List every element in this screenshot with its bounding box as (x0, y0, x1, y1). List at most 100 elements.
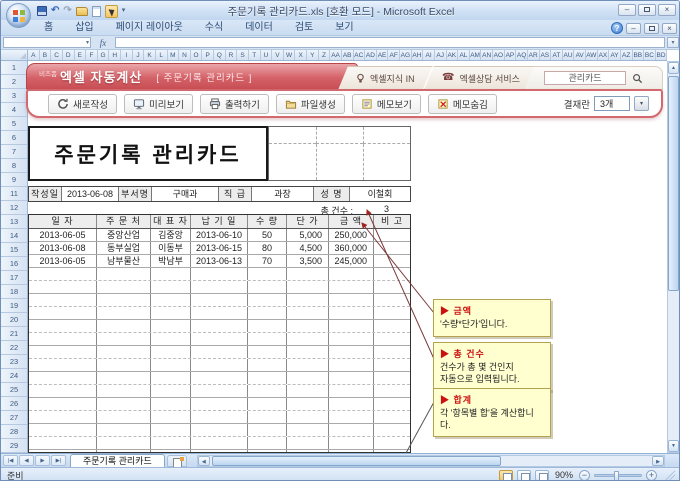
table-cell[interactable] (29, 294, 97, 306)
print-preview-icon[interactable] (91, 5, 101, 17)
table-cell[interactable] (329, 424, 374, 436)
expand-formula-bar-icon[interactable]: ▾ (667, 37, 679, 48)
help-icon[interactable]: ? (611, 22, 623, 34)
table-cell[interactable] (329, 268, 374, 280)
column-header-AV[interactable]: AV (574, 50, 586, 60)
info-value[interactable]: 이철회 (350, 187, 410, 201)
info-value[interactable]: 2013-06-08 (62, 187, 119, 201)
row-header-6[interactable]: 6 (1, 131, 27, 145)
table-cell[interactable] (191, 450, 248, 452)
row-header-20[interactable]: 20 (1, 313, 27, 327)
table-cell[interactable] (374, 320, 410, 332)
addin-button-file[interactable]: 파일생성 (275, 93, 345, 114)
column-header-P[interactable]: P (202, 50, 214, 60)
table-cell[interactable] (191, 333, 248, 345)
table-cell[interactable] (29, 333, 97, 345)
table-row-empty[interactable] (29, 333, 410, 346)
scroll-right-icon[interactable]: ▶ (652, 455, 664, 466)
column-header-AX[interactable]: AX (598, 50, 610, 60)
table-cell[interactable]: 이동부 (151, 242, 191, 254)
table-cell[interactable] (97, 359, 151, 371)
table-cell[interactable]: 250,000 (329, 229, 374, 241)
row-header-9[interactable]: 9 (1, 173, 27, 187)
first-sheet-icon[interactable]: |◀ (3, 455, 18, 466)
table-cell[interactable] (374, 398, 410, 410)
zoom-slider[interactable] (594, 470, 642, 480)
row-header-27[interactable]: 27 (1, 411, 27, 425)
table-cell[interactable] (374, 255, 410, 267)
select-all-corner[interactable] (1, 50, 28, 61)
column-header-BD[interactable]: BD (656, 50, 667, 60)
table-cell[interactable] (151, 268, 191, 280)
column-header-A[interactable]: A (28, 50, 40, 60)
table-cell[interactable] (151, 307, 191, 319)
table-cell[interactable] (287, 359, 329, 371)
ribbon-tab[interactable]: 페이지 레이아웃 (105, 20, 194, 36)
table-cell[interactable] (287, 294, 329, 306)
table-cell[interactable] (29, 372, 97, 384)
table-cell[interactable] (191, 398, 248, 410)
table-cell[interactable] (97, 398, 151, 410)
table-cell[interactable] (248, 398, 287, 410)
table-cell[interactable] (97, 450, 151, 452)
table-cell[interactable] (374, 450, 410, 452)
name-box[interactable]: ▾ (3, 37, 91, 48)
column-header-AZ[interactable]: AZ (621, 50, 633, 60)
table-row-empty[interactable] (29, 437, 410, 450)
addin-button-preview[interactable]: 미리보기 (123, 93, 193, 114)
table-cell[interactable] (374, 268, 410, 280)
table-cell[interactable] (29, 268, 97, 280)
table-cell[interactable] (329, 385, 374, 397)
vertical-scrollbar[interactable]: ▲ ▼ (667, 61, 679, 453)
table-cell[interactable] (97, 346, 151, 358)
table-cell[interactable] (374, 281, 410, 293)
table-cell[interactable] (29, 320, 97, 332)
table-cell[interactable] (97, 294, 151, 306)
table-cell[interactable]: 김중앙 (151, 229, 191, 241)
addin-button-print[interactable]: 출력하기 (199, 93, 269, 114)
table-cell[interactable] (97, 281, 151, 293)
column-header-F[interactable]: F (86, 50, 98, 60)
table-cell[interactable] (191, 359, 248, 371)
row-header-3[interactable]: 3 (1, 89, 27, 103)
open-icon[interactable] (75, 6, 88, 16)
table-cell[interactable] (29, 450, 97, 452)
column-header-V[interactable]: V (272, 50, 284, 60)
approval-count-value[interactable]: 3개 (594, 96, 630, 111)
table-cell[interactable] (329, 450, 374, 452)
workbook-restore-button[interactable] (644, 22, 659, 34)
table-cell[interactable] (287, 333, 329, 345)
row-header-28[interactable]: 28 (1, 425, 27, 439)
table-cell[interactable] (374, 294, 410, 306)
column-header-N[interactable]: N (179, 50, 191, 60)
table-cell[interactable] (248, 411, 287, 423)
table-cell[interactable] (151, 294, 191, 306)
column-header-Y[interactable]: Y (307, 50, 319, 60)
table-cell[interactable] (151, 385, 191, 397)
column-header-I[interactable]: I (121, 50, 133, 60)
vertical-scroll-thumb[interactable] (668, 76, 679, 291)
table-cell[interactable] (287, 385, 329, 397)
column-header-M[interactable]: M (168, 50, 180, 60)
ribbon-tab[interactable]: 검토 (284, 20, 324, 36)
table-cell[interactable] (287, 411, 329, 423)
insert-worksheet-tab[interactable] (166, 454, 187, 468)
column-header-AU[interactable]: AU (563, 50, 575, 60)
column-header-AQ[interactable]: AQ (516, 50, 528, 60)
column-header-D[interactable]: D (63, 50, 75, 60)
table-cell[interactable] (191, 411, 248, 423)
row-header-15[interactable]: 15 (1, 243, 27, 257)
table-cell[interactable] (329, 333, 374, 345)
table-cell[interactable]: 중앙산업 (97, 229, 151, 241)
row-header-24[interactable]: 24 (1, 369, 27, 383)
table-cell[interactable] (248, 437, 287, 449)
column-header-K[interactable]: K (144, 50, 156, 60)
info-value[interactable]: 과장 (252, 187, 314, 201)
table-cell[interactable] (287, 307, 329, 319)
table-cell[interactable] (374, 307, 410, 319)
table-cell[interactable] (287, 320, 329, 332)
column-header-AM[interactable]: AM (470, 50, 482, 60)
row-header-19[interactable]: 19 (1, 299, 27, 313)
table-cell[interactable] (329, 437, 374, 449)
table-cell[interactable] (287, 398, 329, 410)
